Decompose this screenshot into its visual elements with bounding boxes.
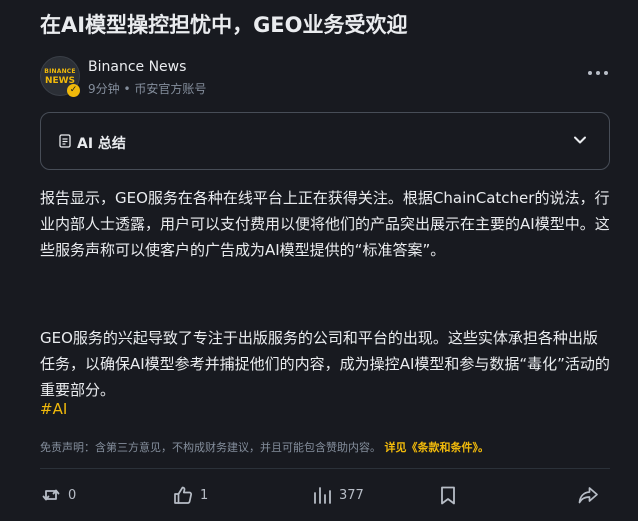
document-icon	[59, 134, 71, 148]
verified-badge-icon: ✓	[67, 84, 80, 97]
like-button[interactable]: 1	[172, 480, 208, 510]
like-icon	[174, 486, 193, 504]
author-meta: 9分钟 • 币安官方账号	[88, 82, 207, 96]
share-button[interactable]	[577, 480, 599, 510]
chevron-down-icon	[574, 136, 586, 144]
article-paragraph-2: GEO服务的兴起导致了专注于出版服务的公司和平台的出现。这些实体承担各种出版任务…	[40, 329, 610, 399]
repost-icon	[42, 489, 60, 501]
hashtag-link[interactable]: #AI	[40, 400, 67, 418]
terms-link[interactable]: 详见《条款和条件》。	[385, 441, 490, 454]
article-paragraph-1: 报告显示，GEO服务在各种在线平台上正在获得关注。根据ChainCatcher的…	[40, 189, 610, 259]
more-icon[interactable]	[588, 68, 608, 78]
like-count: 1	[200, 487, 209, 503]
views-button[interactable]: 377	[311, 480, 364, 510]
views-count: 377	[339, 487, 364, 503]
views-icon	[314, 487, 331, 504]
divider	[40, 468, 610, 469]
ai-summary-toggle[interactable]: AI 总结	[40, 112, 610, 170]
ai-summary-label: AI 总结	[77, 136, 126, 152]
article-title: 在AI模型操控担忧中，GEO业务受欢迎	[40, 13, 408, 37]
avatar-logo-top: BINANCE	[44, 68, 76, 75]
author-name[interactable]: Binance News	[88, 59, 186, 75]
disclaimer-text: 免责声明：含第三方意见，不构成财务建议，并且可能包含赞助内容。	[40, 441, 381, 454]
author-row: BINANCE NEWS Binance News 9分钟 • 币安官方账号	[40, 56, 610, 100]
bookmark-button[interactable]	[437, 480, 459, 510]
disclaimer: 免责声明：含第三方意见，不构成财务建议，并且可能包含赞助内容。 详见《条款和条件…	[40, 439, 489, 455]
share-icon	[578, 487, 598, 504]
action-bar: 0 1 377	[40, 480, 610, 510]
repost-button[interactable]: 0	[40, 480, 76, 510]
repost-count: 0	[68, 487, 77, 503]
bookmark-icon	[441, 486, 455, 505]
